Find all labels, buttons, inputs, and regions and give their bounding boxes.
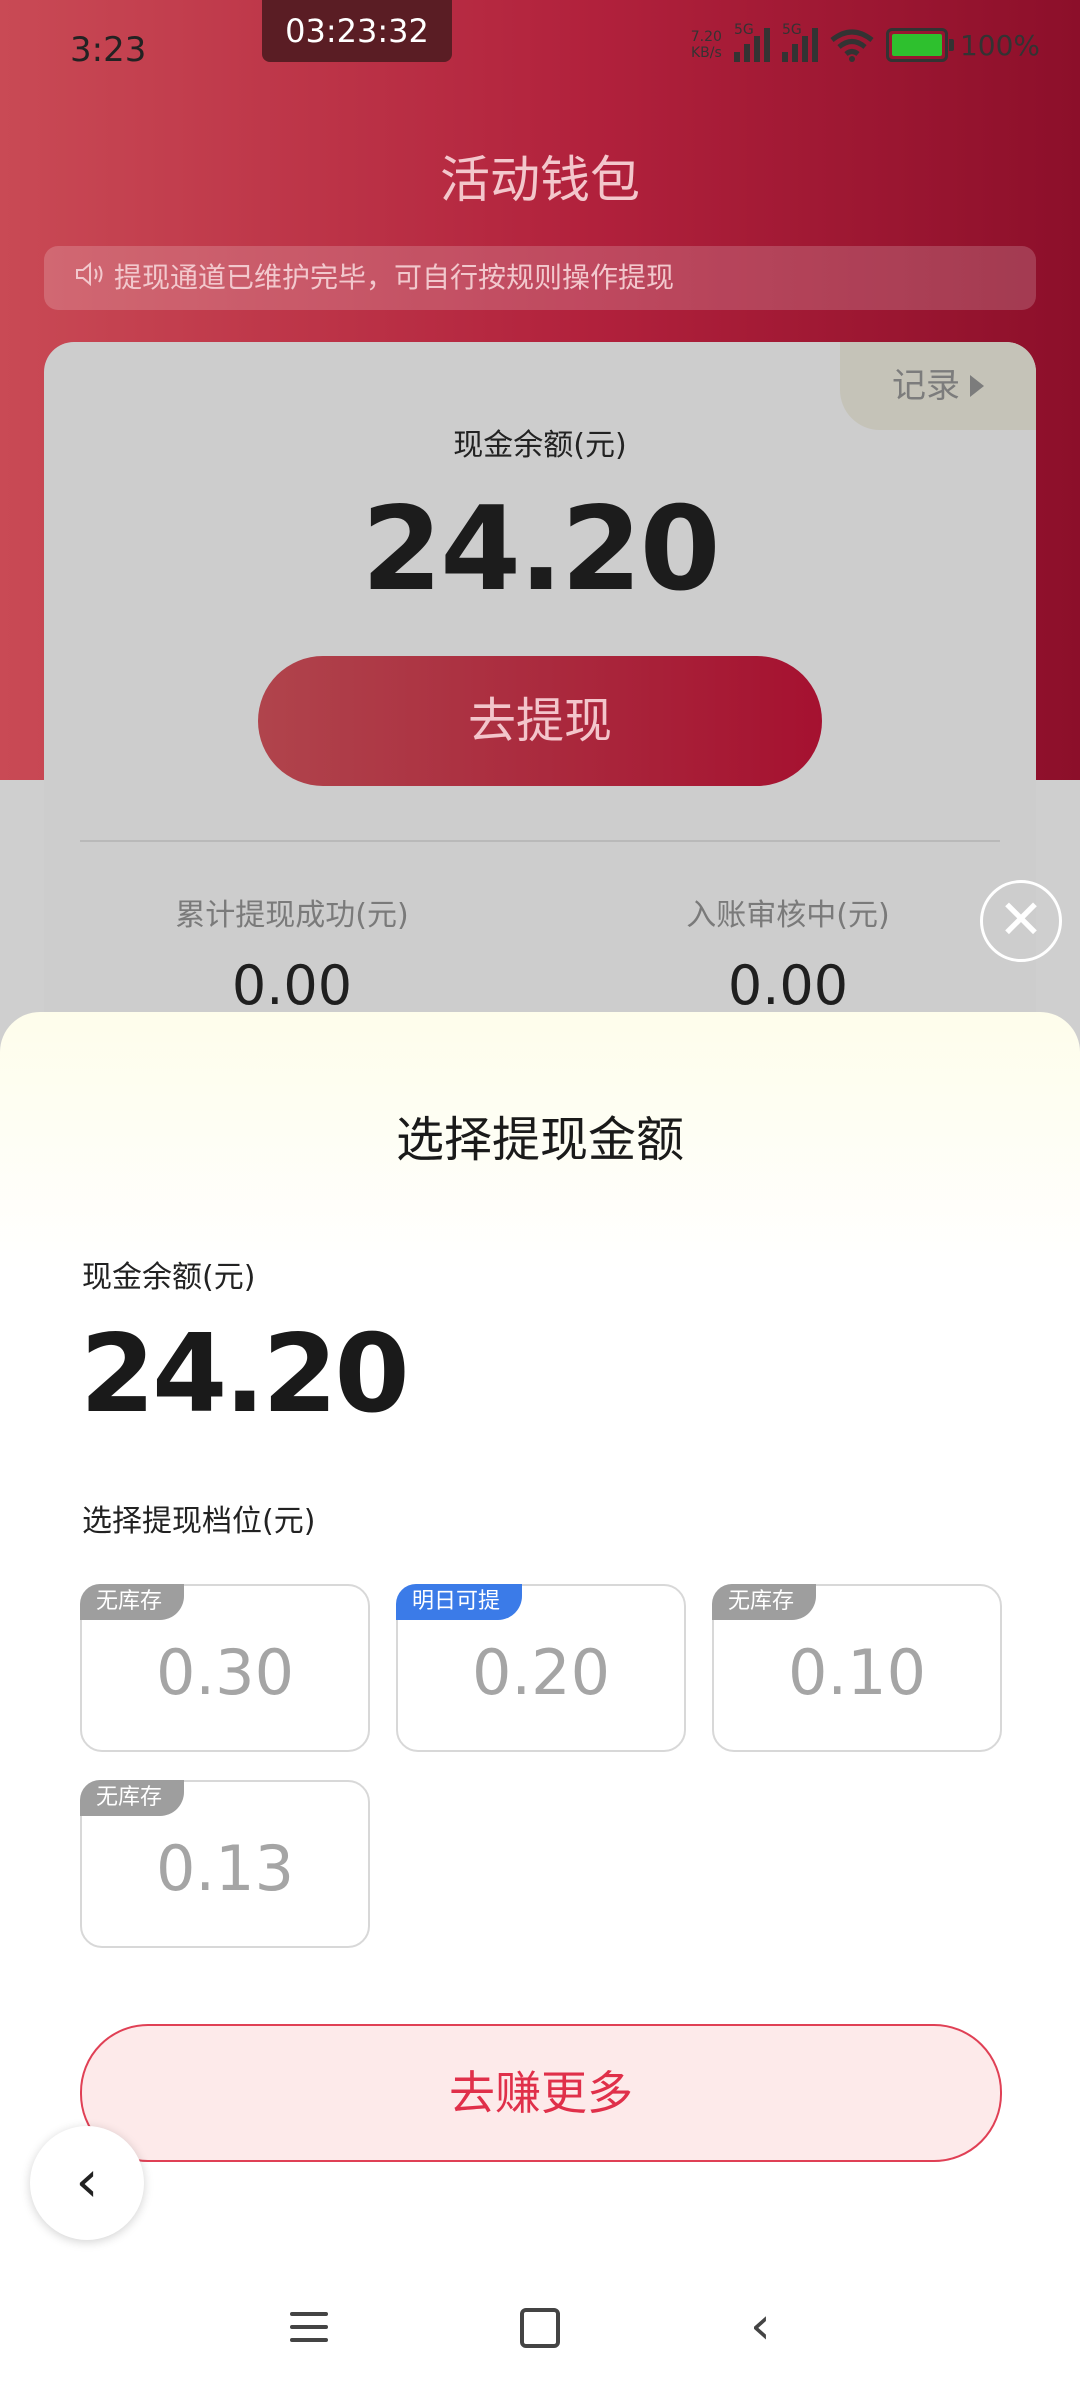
earn-more-button[interactable]: 去赚更多 [80,2024,1002,2162]
stat-total-withdrawn: 累计提现成功(元) 0.00 [175,898,409,1017]
sheet-balance-amount: 24.20 [80,1312,410,1437]
sheet-title: 选择提现金额 [395,1112,684,1168]
chevron-left-icon[interactable]: ‹ [30,2126,144,2240]
close-icon[interactable]: ✕ [980,880,1062,962]
battery-level: 100% [959,28,1040,62]
status-indicators: 7.20 KB/s 5G 5G 100% [690,22,1040,62]
divider [80,840,1000,842]
withdraw-sheet: 选择提现金额 现金余额(元) 24.20 选择提现档位(元) 无库存 0.30 … [0,1012,1080,2400]
battery-icon [885,28,954,62]
status-time: 3:23 [70,30,147,70]
option-tag: 无库存 [80,1780,185,1816]
notice-bar: 提现通道已维护完毕，可自行按规则操作提现 [44,246,1036,310]
sheet-balance-label: 现金余额(元) [82,1260,256,1295]
option-value: 0.10 [787,1636,927,1709]
status-clock-badge: 03:23:32 [262,0,452,62]
option-tag: 无库存 [712,1584,817,1620]
option-value: 0.30 [155,1636,295,1709]
withdraw-option[interactable]: 无库存 0.10 [712,1584,1002,1752]
withdraw-option[interactable]: 明日可提 0.20 [396,1584,686,1752]
tier-label: 选择提现档位(元) [82,1504,316,1539]
menu-icon[interactable] [290,2312,328,2351]
back-icon[interactable]: ‹ [750,2300,771,2352]
record-button[interactable]: 记录 [840,342,1036,430]
option-tag: 明日可提 [396,1584,523,1620]
balance-label: 现金余额(元) [453,428,627,463]
system-nav-bar: ‹ [0,2260,1080,2400]
balance-amount: 24.20 [361,482,721,617]
stat-pending-review: 入账审核中(元) 0.00 [686,898,890,1017]
withdraw-button[interactable]: 去提现 [258,656,822,786]
notice-text: 提现通道已维护完毕，可自行按规则操作提现 [114,261,675,294]
signal-2: 5G [781,22,818,62]
withdraw-option[interactable]: 无库存 0.13 [80,1780,370,1948]
option-value: 0.13 [155,1832,295,1905]
page-title: 活动钱包 [440,151,640,209]
wifi-icon [830,29,874,62]
triangle-right-icon [970,375,984,397]
option-value: 0.20 [471,1636,611,1709]
home-icon[interactable] [520,2308,560,2348]
withdraw-option[interactable]: 无库存 0.30 [80,1584,370,1752]
status-bar: 3:23 03:23:32 7.20 KB/s 5G 5G 100% [0,0,1080,110]
speaker-icon [74,246,106,310]
net-speed: 7.20 KB/s [690,29,722,61]
wallet-card: 记录 现金余额(元) 24.20 去提现 累计提现成功(元) 0.00 入账审核… [44,342,1036,1042]
option-tag: 无库存 [80,1584,185,1620]
signal-1: 5G [733,22,770,62]
